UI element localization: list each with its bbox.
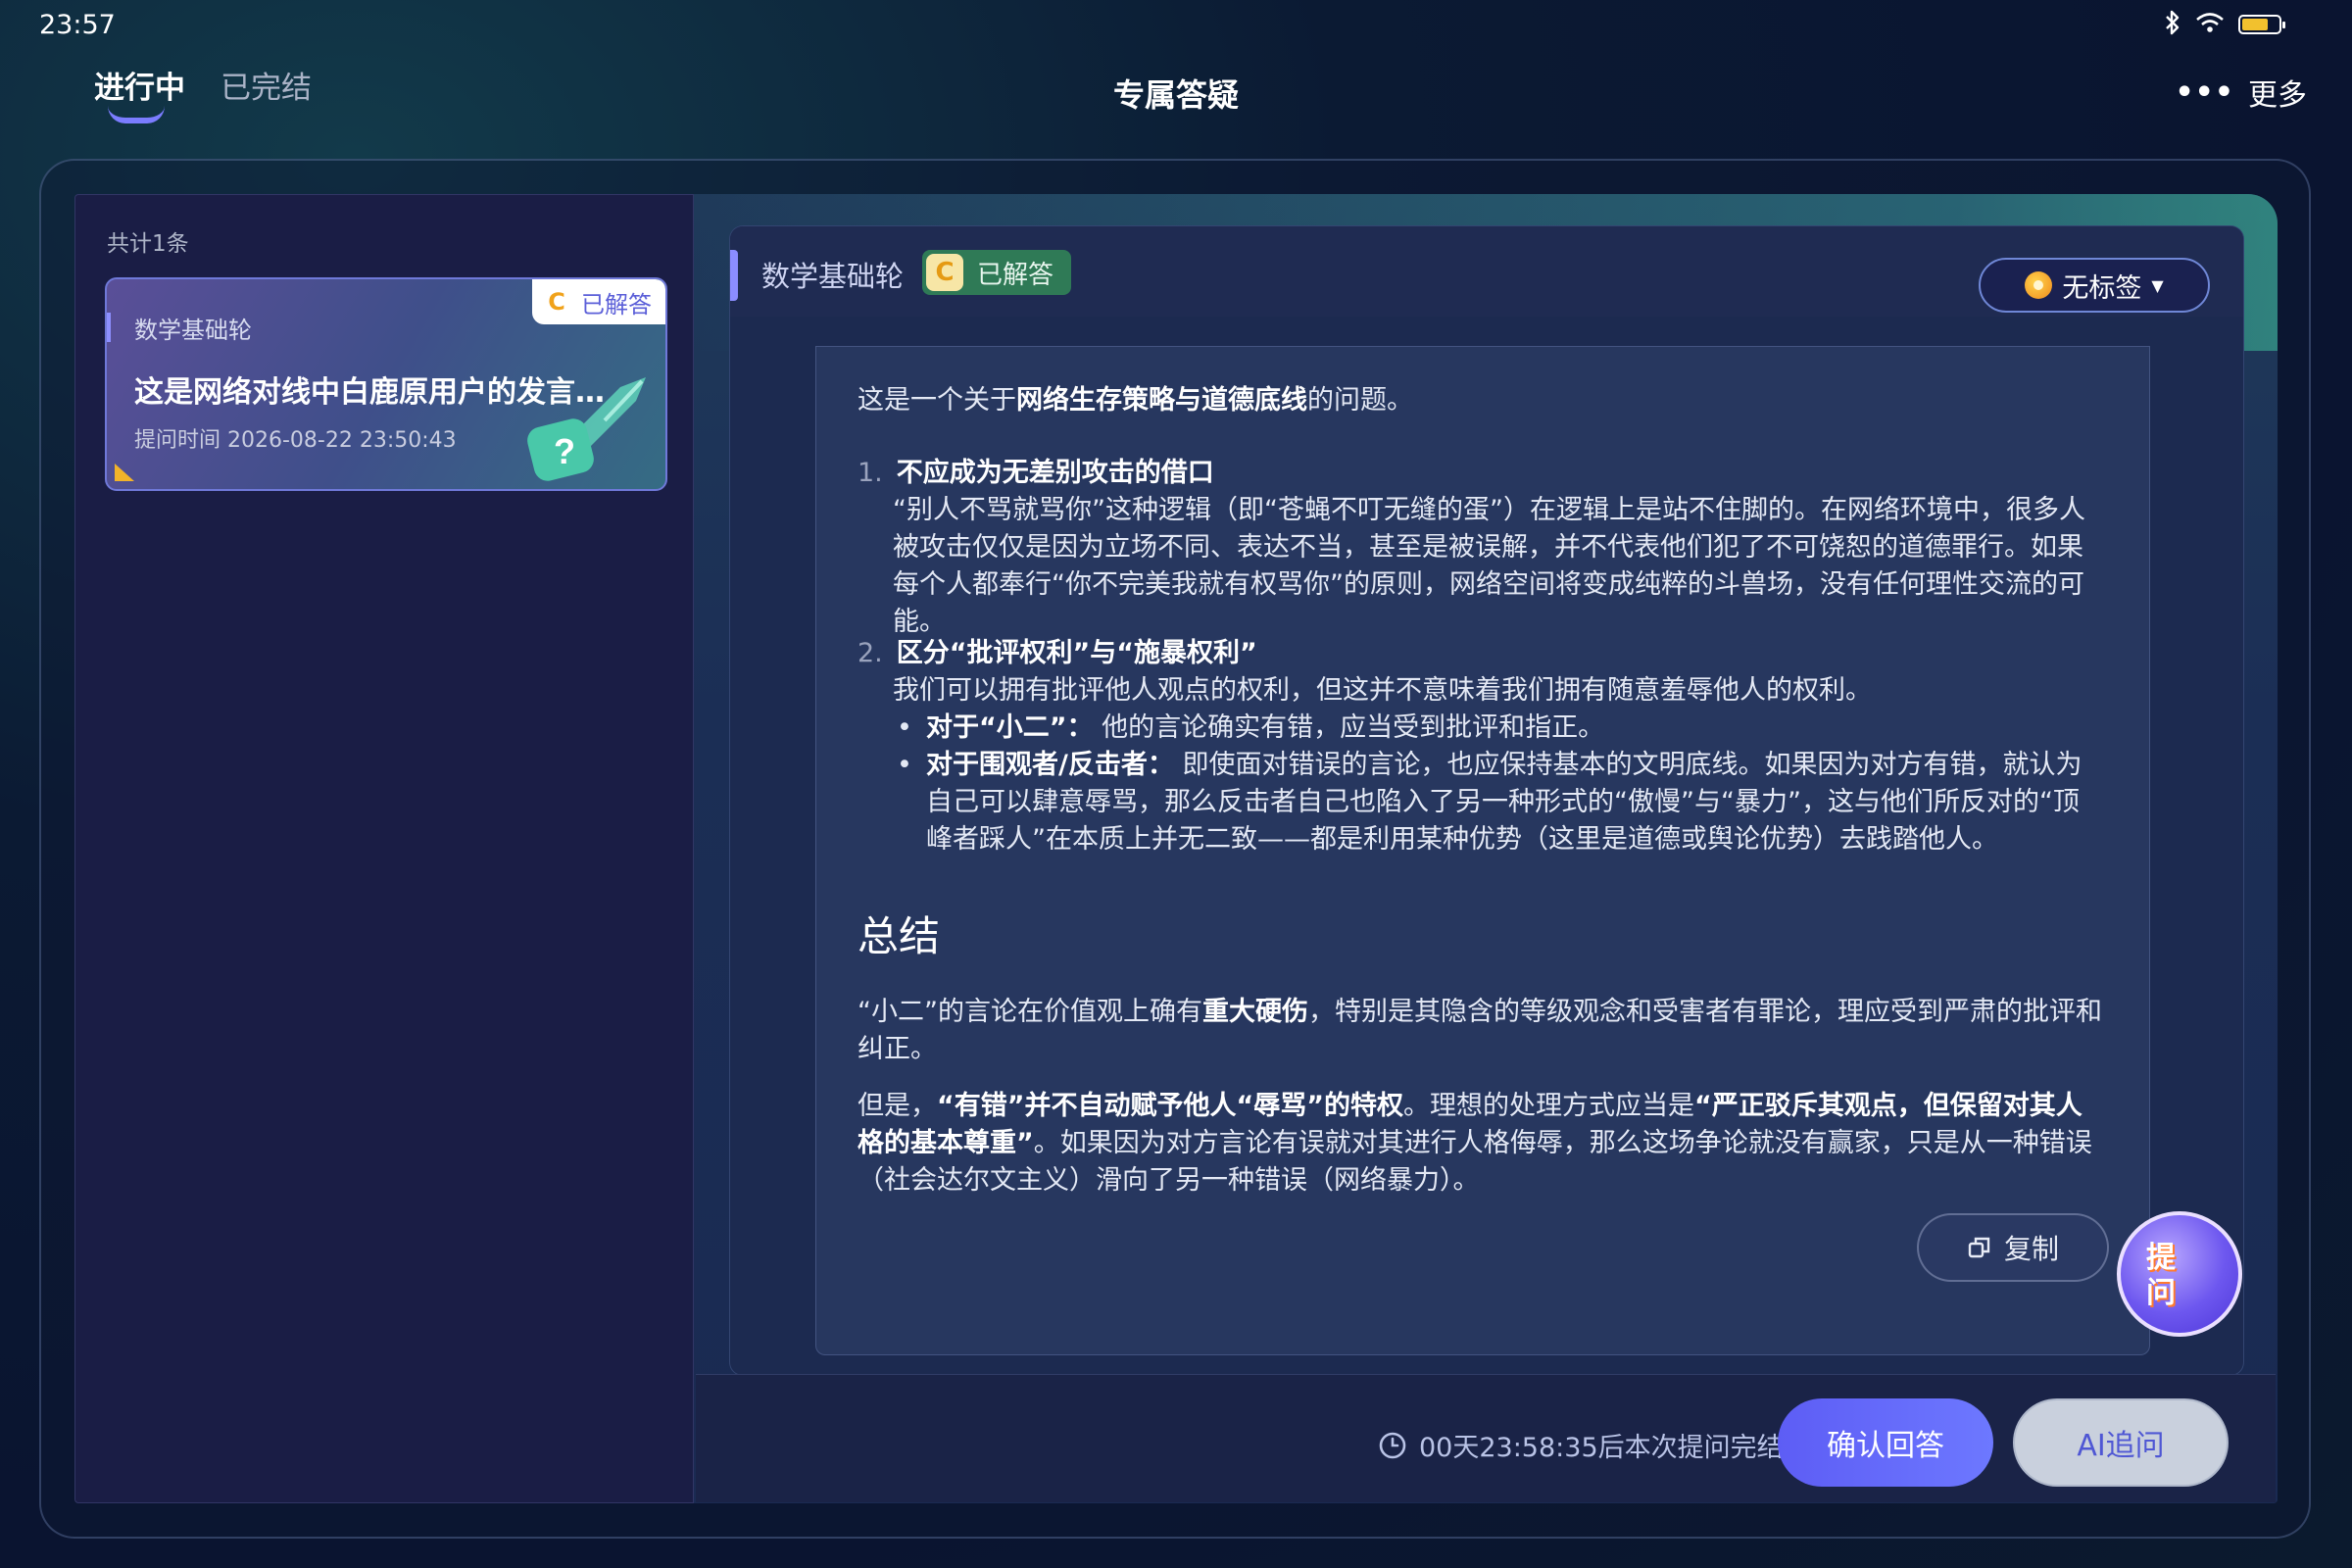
- confirm-answer-button[interactable]: 确认回答: [1778, 1398, 1993, 1487]
- countdown-text: 00天23:58:35后本次提问完结: [1419, 1433, 1784, 1463]
- battery-icon: [2238, 15, 2285, 34]
- card-subject: 数学基础轮: [134, 317, 252, 344]
- summary-heading: 总结: [858, 912, 941, 960]
- question-list-panel: 共计1条 数学基础轮 C 已解答 这是网络对线中白鹿原用户的发言，… 提问时间 …: [74, 194, 694, 1503]
- grade-c-icon: C: [548, 288, 565, 316]
- ask-question-button[interactable]: 提问: [2117, 1211, 2242, 1337]
- countdown: 00天23:58:35后本次提问完结: [1378, 1426, 1784, 1464]
- tag-label: 无标签: [2062, 272, 2142, 304]
- header-accent: [730, 250, 738, 301]
- chevron-down-icon: ▼: [2151, 275, 2164, 295]
- status-time: 23:57: [39, 10, 116, 40]
- copy-icon: [1968, 1237, 1990, 1258]
- tag-dropdown[interactable]: 无标签 ▼: [1979, 258, 2210, 313]
- wifi-icon: [2195, 11, 2225, 38]
- detail-subject: 数学基础轮: [761, 260, 905, 293]
- question-card[interactable]: 数学基础轮 C 已解答 这是网络对线中白鹿原用户的发言，… 提问时间 2026-…: [105, 277, 667, 491]
- svg-text:?: ?: [554, 431, 575, 471]
- question-illustration-icon: ?: [527, 377, 646, 481]
- more-button[interactable]: ••• 更多: [2175, 71, 2307, 114]
- ask-question-label: 提问: [2146, 1241, 2176, 1310]
- answer-content-card: 数学基础轮 C 已解答 无标签 ▼ 这是一个关于网络生存策略与道德底线的问题。 …: [729, 225, 2244, 1376]
- detail-status-badge: C 已解答: [922, 250, 1072, 295]
- answer-intro: 这是一个关于网络生存策略与道德底线的问题。: [858, 385, 1413, 416]
- card-status-text: 已解答: [581, 290, 652, 318]
- status-icons: [2164, 10, 2285, 39]
- answer-item-2: 2. 区分“批评权利”与“施暴权利” 我们可以拥有批评他人观点的权利，但这并不意味…: [858, 635, 2102, 858]
- question-count: 共计1条: [107, 231, 189, 257]
- summary-paragraph-2: 但是，“有错”并不自动赋予他人“辱骂”的特权。理想的处理方式应当是“严正驳斥其观…: [858, 1091, 2092, 1196]
- card-accent: [107, 313, 111, 342]
- answer-body: 这是一个关于网络生存策略与道德底线的问题。 1. 不应成为无差别攻击的借口 “别人…: [815, 346, 2150, 1355]
- answer-item-1: 1. 不应成为无差别攻击的借口 “别人不骂就骂你”这种逻辑（即“苍蝇不叮无缝的蛋”…: [858, 458, 2085, 637]
- detail-status-text: 已解答: [977, 260, 1054, 290]
- grade-c-icon: C: [926, 254, 963, 291]
- answer-bullet: 对于围观者/反击者： 即使面对错误的言论，也应保持基本的文明底线。如果因为对方有…: [893, 747, 2102, 858]
- more-label: 更多: [2248, 78, 2307, 113]
- card-corner-marker: [115, 464, 134, 481]
- clock-icon: [1379, 1432, 1406, 1458]
- more-dots-icon: •••: [2175, 74, 2234, 110]
- copy-label: 复制: [2003, 1233, 2059, 1265]
- action-footer: 00天23:58:35后本次提问完结 确认回答 AI追问: [696, 1374, 2276, 1502]
- ai-follow-up-button[interactable]: AI追问: [2013, 1398, 2229, 1487]
- bluetooth-icon: [2164, 10, 2181, 39]
- tag-icon: [2025, 271, 2053, 299]
- summary-paragraph-1: “小二”的言论在价值观上确有重大硬伤，特别是其隐含的等级观念和受害者有罪论，理应…: [858, 997, 2102, 1064]
- status-bar: 23:57: [0, 0, 2352, 49]
- answer-bullet: 对于“小二”： 他的言论确实有错，应当受到批评和指正。: [893, 710, 2102, 747]
- card-time: 提问时间 2026-08-22 23:50:43: [134, 428, 457, 453]
- card-status-badge: C 已解答: [532, 279, 665, 324]
- page-title: 专属答疑: [1112, 76, 1239, 114]
- copy-button[interactable]: 复制: [1917, 1213, 2109, 1282]
- answer-header: 数学基础轮 C 已解答 无标签 ▼: [730, 226, 2243, 317]
- answer-detail-panel: 数学基础轮 C 已解答 无标签 ▼ 这是一个关于网络生存策略与道德底线的问题。 …: [694, 194, 2278, 1503]
